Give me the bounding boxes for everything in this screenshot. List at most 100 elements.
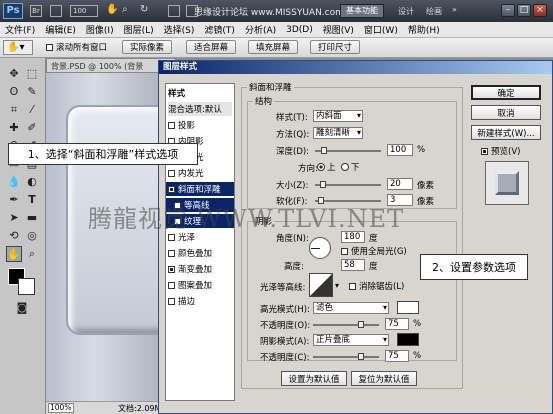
style-item-bevel-emboss[interactable]: 斜面和浮雕 [166,182,234,196]
style-item-drop-shadow[interactable]: 投影 [168,118,232,132]
style-item-inner-glow[interactable]: 内发光 [168,166,232,180]
canvas[interactable] [46,73,176,401]
style-item-gradient-overlay[interactable]: 渐变叠加 [168,262,232,276]
global-light-option[interactable]: 使用全局光(G) [341,245,407,257]
print-size-button[interactable]: 打印尺寸 [310,40,361,54]
paint-workspace-link[interactable]: 绘画 [426,6,442,17]
size-field[interactable]: 20 [387,178,413,190]
angle-field[interactable]: 180 [341,231,365,243]
gradient-overlay-checkbox[interactable] [168,265,175,273]
inner-glow-checkbox[interactable] [168,169,175,177]
menu-3d[interactable]: 3D(D) [286,25,313,35]
style-item-contour[interactable]: 等高线 [166,198,234,212]
cancel-button[interactable]: 取消 [471,105,541,120]
close-button[interactable]: × [533,4,547,17]
shape-tool-icon[interactable]: ▬ [24,210,40,226]
quick-select-icon[interactable]: ✎ [24,84,40,100]
3d-orbit-icon[interactable]: ◎ [24,228,40,244]
contour-checkbox[interactable] [174,201,181,209]
soften-field[interactable]: 3 [387,194,413,206]
gloss-contour-picker[interactable] [309,273,333,297]
eyedropper-icon[interactable]: ⁄ [24,102,40,118]
menu-view[interactable]: 视图(V) [323,23,354,36]
view-extras-icon[interactable] [50,5,62,17]
document-tab[interactable]: 背景.PSD @ 100% (背景 [46,58,176,73]
actual-pixels-button[interactable]: 实际像素 [122,40,173,54]
stroke-checkbox[interactable] [168,297,175,305]
lasso-tool-icon[interactable]: ʘ [6,84,22,100]
depth-field[interactable]: 100 [387,144,413,156]
shadow-color-swatch[interactable] [397,333,419,346]
soften-slider-knob[interactable] [318,197,324,204]
style-item-satin[interactable]: 光泽 [168,230,232,244]
bevel-emboss-checkbox[interactable] [168,185,175,193]
menu-select[interactable]: 选择(S) [164,23,195,36]
anti-alias-checkbox[interactable] [349,282,356,290]
blur-tool-icon[interactable]: 💧 [6,174,22,190]
global-light-checkbox[interactable] [341,247,348,255]
workspace-button[interactable]: 基本功能 [340,4,384,18]
move-tool-icon[interactable]: ✥ [6,66,22,82]
direction-up-radio[interactable] [317,163,325,171]
color-overlay-checkbox[interactable] [168,249,175,257]
type-tool-icon[interactable]: T [24,192,40,208]
reset-default-button[interactable]: 复位为默认值 [351,371,417,386]
highlight-opacity-knob[interactable] [358,321,364,328]
hand-tool-icon[interactable]: ✋ [6,246,22,262]
dodge-tool-icon[interactable]: ◐ [24,174,40,190]
menu-file[interactable]: 文件(F) [5,23,35,36]
size-slider[interactable] [315,181,381,188]
3d-rotate-icon[interactable]: ⟲ [6,228,22,244]
menu-edit[interactable]: 编辑(E) [45,23,76,36]
path-select-icon[interactable]: ➤ [6,210,22,226]
ok-button[interactable]: 确定 [471,85,541,100]
style-item-stroke[interactable]: 描边 [168,294,232,308]
zoom-icon[interactable]: ⌕ [122,4,128,15]
preview-option[interactable]: 预览(V) [481,145,520,157]
style-item-color-overlay[interactable]: 颜色叠加 [168,246,232,260]
highlight-opacity-field[interactable]: 75 [385,318,409,330]
shadow-opacity-knob[interactable] [358,353,364,360]
direction-down-radio[interactable] [341,163,349,171]
anti-alias-option[interactable]: 消除锯齿(L) [349,280,404,292]
depth-slider[interactable] [315,147,381,154]
background-color-swatch[interactable] [18,278,35,295]
method-dropdown[interactable]: 雕刻清晰 [313,127,363,139]
soften-slider[interactable] [315,197,381,204]
fit-screen-button[interactable]: 适合屏幕 [186,40,237,54]
scroll-all-checkbox[interactable] [46,43,53,51]
maximize-button[interactable]: □ [517,4,531,17]
style-item-texture[interactable]: 纹理 [166,214,234,228]
crop-tool-icon[interactable]: ⌗ [6,102,22,118]
zoom-field[interactable]: 100% [48,403,74,413]
shadow-opacity-slider[interactable] [313,353,379,360]
fill-screen-button[interactable]: 填充屏幕 [248,40,299,54]
direction-down-option[interactable]: 下 [341,161,360,173]
marquee-tool-icon[interactable]: ⬚ [24,66,40,82]
menu-filter[interactable]: 滤镜(T) [204,23,235,36]
more-workspaces-icon[interactable]: » [452,5,457,14]
styles-header[interactable]: 样式 [168,86,232,100]
hand-icon[interactable]: ✋ [106,4,118,15]
altitude-field[interactable]: 58 [341,259,365,271]
zoom-level-dropdown[interactable]: 100 [70,5,98,17]
highlight-color-swatch[interactable] [397,301,419,314]
quick-mask-icon[interactable]: ◙ [14,300,30,316]
pattern-overlay-checkbox[interactable] [168,281,175,289]
gloss-contour-arrow-icon[interactable]: ▾ [335,281,339,290]
minimize-button[interactable]: – [501,4,515,17]
style-dropdown[interactable]: 内斜面 [313,110,363,122]
menu-image[interactable]: 图像(I) [86,23,114,36]
highlight-mode-dropdown[interactable]: 滤色 [313,302,389,314]
satin-checkbox[interactable] [168,233,175,241]
brush-tool-icon[interactable]: ✐ [24,120,40,136]
drop-shadow-checkbox[interactable] [168,121,175,129]
design-workspace-link[interactable]: 设计 [398,6,414,17]
rotate-view-icon[interactable]: ↻ [140,4,148,15]
make-default-button[interactable]: 设置为默认值 [281,371,347,386]
menu-help[interactable]: 帮助(H) [408,23,440,36]
blend-options-item[interactable]: 混合选项:默认 [168,102,232,116]
hand-tool-preset-icon[interactable]: ✋▾ [3,40,33,55]
arrange-docs-icon[interactable] [168,5,180,17]
shadow-opacity-field[interactable]: 75 [385,350,409,362]
